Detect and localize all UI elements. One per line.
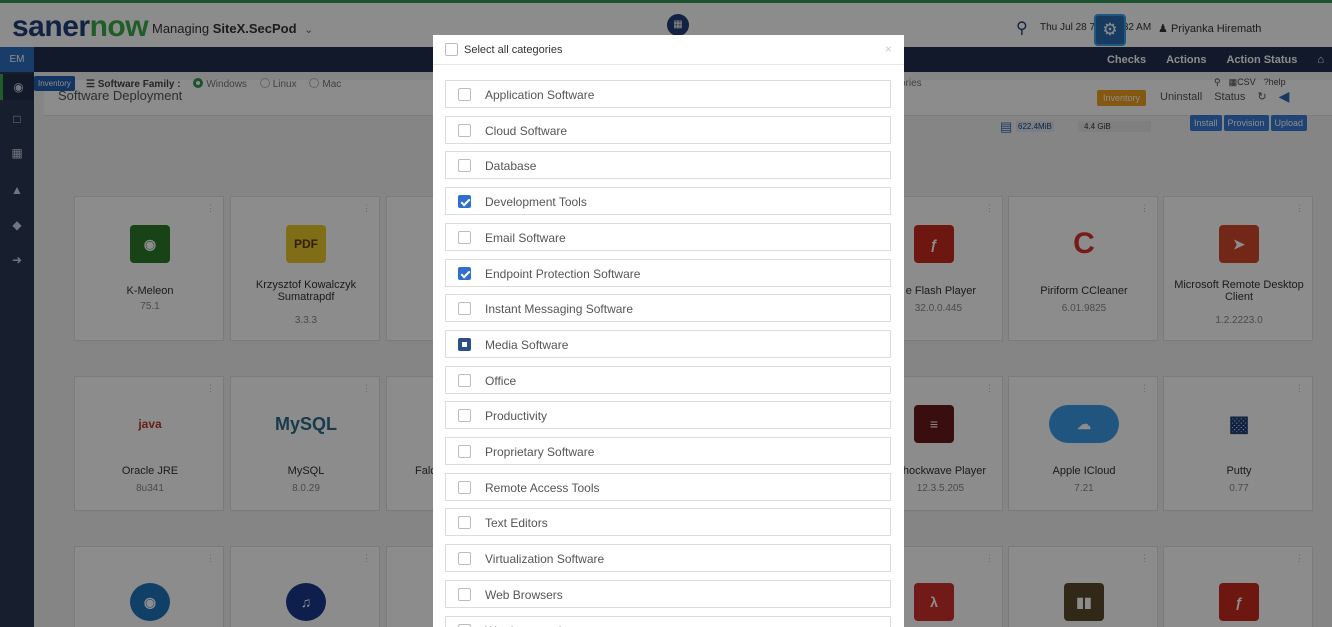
category-checkbox[interactable] bbox=[458, 587, 471, 601]
category-label: Development Tools bbox=[485, 195, 587, 210]
category-label: Office bbox=[485, 373, 517, 388]
category-option[interactable]: Cloud Software bbox=[445, 115, 891, 144]
category-label: Database bbox=[485, 159, 537, 174]
category-label: Text Editors bbox=[485, 516, 548, 531]
category-option[interactable]: Media Software bbox=[445, 329, 891, 358]
close-icon[interactable]: × bbox=[885, 42, 892, 56]
category-label: Web Browsers bbox=[485, 587, 563, 602]
select-all-label: Select all categories bbox=[464, 44, 563, 56]
category-checkbox[interactable] bbox=[458, 623, 471, 627]
category-label: Cloud Software bbox=[485, 123, 568, 138]
category-label: Word processing bbox=[485, 624, 575, 627]
category-option[interactable]: Word processing bbox=[445, 615, 891, 627]
category-checkbox[interactable] bbox=[458, 302, 471, 316]
category-option[interactable]: Database bbox=[445, 151, 891, 180]
category-option[interactable]: Development Tools bbox=[445, 187, 891, 216]
category-option[interactable]: Email Software bbox=[445, 222, 891, 251]
category-option[interactable]: Proprietary Software bbox=[445, 437, 891, 465]
category-checkbox[interactable] bbox=[458, 88, 471, 101]
category-option[interactable]: Application Software bbox=[445, 80, 891, 108]
category-checkbox[interactable] bbox=[458, 480, 471, 494]
category-checkbox[interactable] bbox=[458, 195, 471, 209]
app-root: sanernow Managing SiteX.SecPod ⌄ ▦ ⚲ Thu… bbox=[0, 0, 1332, 627]
category-option[interactable]: Web Browsers bbox=[445, 579, 891, 608]
category-checkbox[interactable] bbox=[458, 337, 471, 351]
modal-header: Select all categories × bbox=[433, 35, 904, 65]
category-checkbox[interactable] bbox=[458, 409, 471, 423]
category-option[interactable]: Endpoint Protection Software bbox=[445, 258, 891, 287]
category-checkbox[interactable] bbox=[458, 552, 471, 566]
category-label: Email Software bbox=[485, 230, 566, 245]
category-label: Media Software bbox=[485, 337, 569, 352]
category-option[interactable]: Instant Messaging Software bbox=[445, 294, 891, 323]
category-label: Instant Messaging Software bbox=[485, 302, 634, 317]
category-label: Endpoint Protection Software bbox=[485, 266, 641, 281]
category-option[interactable]: Office bbox=[445, 365, 891, 394]
category-checkbox[interactable] bbox=[458, 159, 471, 173]
category-checkbox[interactable] bbox=[458, 516, 471, 530]
select-all-checkbox[interactable] bbox=[445, 43, 458, 56]
category-option[interactable]: Virtualization Software bbox=[445, 544, 891, 573]
category-label: Productivity bbox=[485, 409, 548, 424]
category-label: Remote Access Tools bbox=[485, 480, 600, 495]
category-checkbox[interactable] bbox=[458, 445, 471, 458]
category-checkbox[interactable] bbox=[458, 123, 471, 137]
category-option[interactable]: Remote Access Tools bbox=[445, 472, 891, 501]
category-checkbox[interactable] bbox=[458, 266, 471, 280]
category-filter-modal: Select all categories × Application Soft… bbox=[433, 35, 904, 627]
category-checkbox[interactable] bbox=[458, 230, 471, 244]
category-option[interactable]: Productivity bbox=[445, 401, 891, 430]
category-label: Application Software bbox=[485, 88, 595, 102]
category-checkbox[interactable] bbox=[458, 373, 471, 387]
category-option[interactable]: Text Editors bbox=[445, 508, 891, 537]
category-label: Virtualization Software bbox=[485, 552, 605, 567]
category-label: Proprietary Software bbox=[485, 445, 595, 459]
